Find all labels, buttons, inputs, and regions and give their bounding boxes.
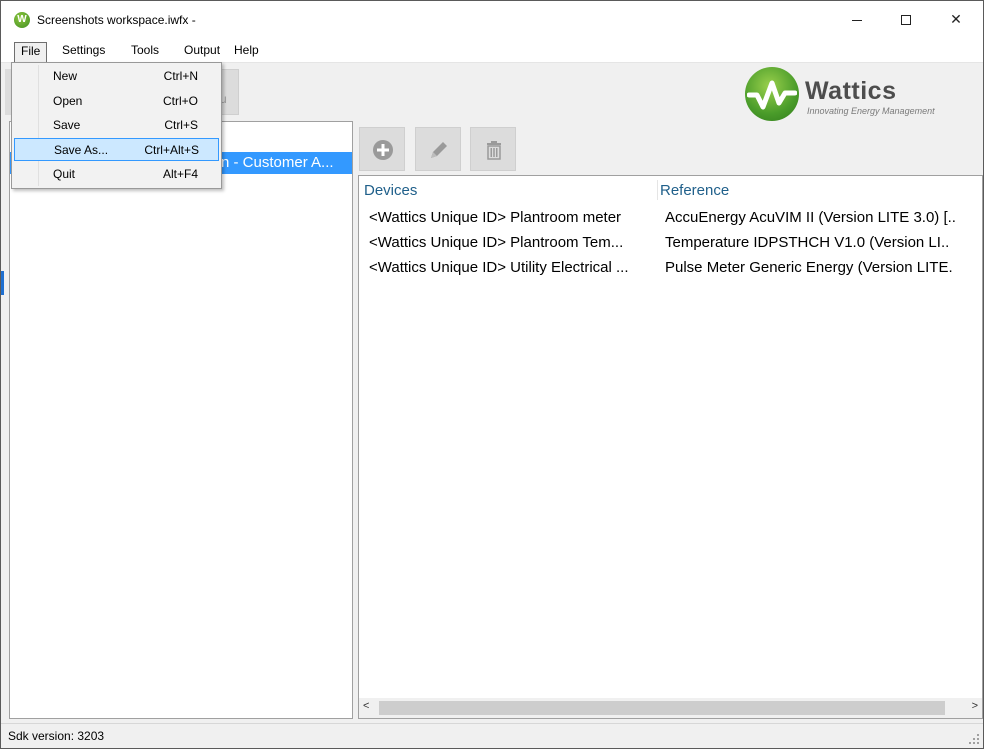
scrollbar-thumb[interactable] — [379, 701, 945, 715]
trash-icon — [487, 141, 501, 160]
menu-item-shortcut: Ctrl+Alt+S — [144, 143, 199, 157]
menu-item-label: Quit — [53, 167, 76, 181]
title-bar[interactable]: W Screenshots workspace.iwfx - ✕ — [1, 1, 983, 39]
edge-strip — [1, 271, 4, 295]
edit-device-button[interactable] — [415, 127, 461, 171]
close-icon: ✕ — [950, 11, 962, 27]
app-window: W Screenshots workspace.iwfx - ✕ File Se… — [0, 0, 984, 749]
menu-item-label: New — [53, 69, 78, 83]
file-menu-dropdown: New Ctrl+N Open Ctrl+O Save Ctrl+S Save … — [11, 62, 222, 189]
table-row[interactable]: <Wattics Unique ID> Utility Electrical .… — [359, 256, 982, 281]
window-title: Screenshots workspace.iwfx - — [37, 13, 196, 27]
menu-item-open[interactable]: Open Ctrl+O — [14, 90, 219, 113]
menu-item-shortcut: Ctrl+S — [164, 118, 198, 132]
device-reference: Temperature IDPSTHCH V1.0 (Version LI.. — [665, 234, 950, 251]
menu-item-label: Save As... — [54, 143, 109, 157]
delete-device-button[interactable] — [470, 127, 516, 171]
menu-item-new[interactable]: New Ctrl+N — [14, 65, 219, 88]
wattics-logo: Wattics Innovating Energy Management — [745, 67, 965, 121]
menu-file[interactable]: File — [14, 42, 48, 62]
wattics-logo-icon — [745, 67, 799, 121]
devices-panel: Devices Reference <Wattics Unique ID> Pl… — [357, 121, 983, 719]
maximize-button[interactable] — [883, 1, 929, 37]
horizontal-scrollbar[interactable]: < > — [359, 698, 982, 718]
device-reference: Pulse Meter Generic Energy (Version LITE… — [665, 259, 953, 276]
close-button[interactable]: ✕ — [933, 1, 979, 37]
menu-item-quit[interactable]: Quit Alt+F4 — [14, 163, 219, 186]
logo-tagline: Innovating Energy Management — [807, 106, 935, 116]
menu-item-label: Open — [53, 94, 83, 108]
device-name: <Wattics Unique ID> Plantroom meter — [369, 209, 622, 226]
menu-item-shortcut: Ctrl+O — [162, 94, 198, 108]
resize-grip-icon[interactable] — [969, 734, 979, 744]
menu-item-save-as[interactable]: Save As... Ctrl+Alt+S — [14, 138, 219, 161]
minimize-icon — [852, 19, 862, 21]
scroll-left-icon[interactable]: < — [363, 700, 377, 716]
menu-output[interactable]: Output — [178, 42, 226, 60]
menu-bar: File Settings Tools Output Help — [1, 39, 983, 63]
plus-circle-icon — [373, 140, 393, 160]
logo-brand-name: Wattics — [805, 77, 897, 105]
scroll-right-icon[interactable]: > — [964, 700, 978, 716]
column-header-reference[interactable]: Reference — [660, 182, 729, 199]
column-separator[interactable] — [657, 180, 658, 200]
menu-tools[interactable]: Tools — [125, 42, 165, 60]
add-device-button[interactable] — [359, 127, 405, 171]
status-bar: Sdk version: 3203 — [1, 723, 983, 748]
device-name: <Wattics Unique ID> Utility Electrical .… — [369, 259, 629, 276]
tree-item-label: n - Customer A... — [221, 154, 334, 171]
table-row[interactable]: <Wattics Unique ID> Plantroom meter Accu… — [359, 206, 982, 231]
menu-item-save[interactable]: Save Ctrl+S — [14, 114, 219, 137]
menu-item-shortcut: Alt+F4 — [162, 167, 198, 181]
pencil-icon — [431, 142, 447, 158]
column-header-devices[interactable]: Devices — [364, 182, 417, 199]
maximize-icon — [901, 15, 911, 26]
device-name: <Wattics Unique ID> Plantroom Tem... — [369, 234, 624, 251]
menu-item-label: Save — [53, 118, 81, 132]
project-tree[interactable]: n - Customer A... — [9, 121, 353, 719]
device-list[interactable]: Devices Reference <Wattics Unique ID> Pl… — [358, 175, 983, 719]
app-icon: W — [14, 12, 30, 28]
menu-item-shortcut: Ctrl+N — [163, 69, 198, 83]
sdk-version-label: Sdk version: 3203 — [8, 729, 105, 743]
menu-help[interactable]: Help — [228, 42, 265, 60]
minimize-button[interactable] — [834, 1, 880, 37]
table-row[interactable]: <Wattics Unique ID> Plantroom Tem... Tem… — [359, 231, 982, 256]
device-reference: AccuEnergy AcuVIM II (Version LITE 3.0) … — [665, 209, 956, 226]
menu-settings[interactable]: Settings — [56, 42, 111, 60]
